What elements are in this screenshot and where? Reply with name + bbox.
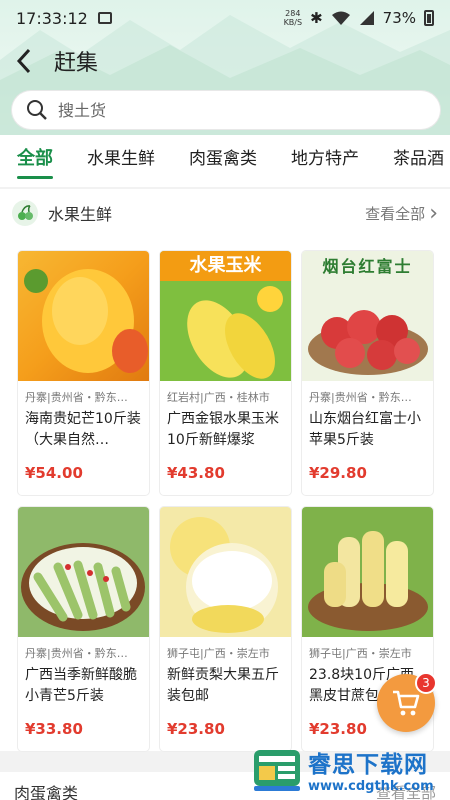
tab-all[interactable]: 全部 xyxy=(0,135,70,187)
product-location: 丹寨|贵州省・黔东… xyxy=(25,647,128,660)
cherry-icon xyxy=(12,200,38,226)
product-price: ¥29.80 xyxy=(309,464,367,482)
product-image-mango xyxy=(18,251,149,381)
battery-percent: 73% xyxy=(382,9,416,27)
fruit-section: 水果生鲜 查看全部 › 丹寨|贵州省・黔东… 海南贵妃芒10斤装（大果自然… ¥… xyxy=(0,189,450,751)
category-tabs: 全部 水果生鲜 肉蛋禽类 地方特产 茶品酒 xyxy=(0,135,450,187)
tab-local-specialty[interactable]: 地方特产 xyxy=(274,135,376,187)
tab-fruit-fresh[interactable]: 水果生鲜 xyxy=(70,135,172,187)
section-header: 水果生鲜 查看全部 › xyxy=(0,189,450,237)
product-image-pear xyxy=(160,507,291,637)
network-speed: 284 KB/S xyxy=(284,9,303,27)
status-bar: 17:33:12 284 KB/S ✱ 73% xyxy=(0,0,450,36)
product-image-apple: 烟台红富士 xyxy=(302,251,433,381)
search-bar[interactable] xyxy=(12,91,440,129)
back-button[interactable] xyxy=(0,40,48,82)
product-location: 丹寨|贵州省・黔东… xyxy=(25,391,128,404)
product-price: ¥23.80 xyxy=(167,720,225,738)
title-bar: 赶集 xyxy=(0,40,450,82)
signal-icon xyxy=(359,11,374,25)
product-card[interactable]: 烟台红富士 丹寨|贵州省・黔东… 山东烟台红富士小苹果5斤装 ¥29.80 xyxy=(302,251,433,495)
product-location: 狮子屯|广西・崇左市 xyxy=(309,647,412,660)
search-input[interactable] xyxy=(58,100,388,120)
view-all-link[interactable]: 查看全部 › xyxy=(365,201,438,226)
product-image-corn: 水果玉米 xyxy=(160,251,291,381)
product-name: 海南贵妃芒10斤装（大果自然… xyxy=(25,411,141,448)
product-image-sugarcane xyxy=(302,507,433,637)
cart-button[interactable]: 3 xyxy=(377,672,437,732)
product-location: 狮子屯|广西・崇左市 xyxy=(167,647,270,660)
network-speed-unit: KB/S xyxy=(283,18,303,27)
product-location: 红岩村|广西・桂林市 xyxy=(167,391,270,404)
product-card[interactable]: 狮子屯|广西・崇左市 新鲜贡梨大果五斤装包邮 ¥23.80 xyxy=(160,507,291,751)
header: 17:33:12 284 KB/S ✱ 73% 赶集 xyxy=(0,0,450,135)
page-title: 赶集 xyxy=(54,51,99,76)
chevron-right-icon: › xyxy=(429,200,438,226)
product-name: 广西当季新鲜酸脆小青芒5斤装 xyxy=(25,667,137,704)
cart-icon xyxy=(393,690,420,716)
section-title: 肉蛋禽类 xyxy=(14,784,79,800)
product-name: 新鲜贡梨大果五斤装包邮 xyxy=(167,667,279,704)
cart-count-badge: 3 xyxy=(415,672,437,694)
product-card[interactable]: 丹寨|贵州省・黔东… 广西当季新鲜酸脆小青芒5斤装 ¥33.80 xyxy=(18,507,149,751)
tab-tea-wine[interactable]: 茶品酒 xyxy=(376,135,450,187)
product-image-green-mango xyxy=(18,507,149,637)
product-card[interactable]: 丹寨|贵州省・黔东… 海南贵妃芒10斤装（大果自然… ¥54.00 xyxy=(18,251,149,495)
watermark-url: www.cdgthk.com xyxy=(308,778,434,794)
network-speed-value: 284 xyxy=(285,9,301,18)
watermark-name: 睿思下载网 xyxy=(308,751,428,778)
product-price: ¥43.80 xyxy=(167,464,225,482)
product-location: 丹寨|贵州省・黔东… xyxy=(309,391,412,404)
wifi-icon xyxy=(331,11,350,25)
product-card[interactable]: 水果玉米 红岩村|广西・桂林市 广西金银水果玉米10斤新鲜爆浆 ¥43.80 xyxy=(160,251,291,495)
product-price: ¥54.00 xyxy=(25,464,83,482)
product-name: 山东烟台红富士小苹果5斤装 xyxy=(309,411,421,448)
section-title: 水果生鲜 xyxy=(48,205,113,224)
battery-icon xyxy=(424,10,434,26)
search-icon xyxy=(27,100,47,120)
view-all-label: 查看全部 xyxy=(365,204,426,223)
back-arrow-icon xyxy=(16,48,31,74)
tab-meat-egg-poultry[interactable]: 肉蛋禽类 xyxy=(172,135,274,187)
image-notification-icon xyxy=(97,12,112,24)
watermark-logo xyxy=(254,750,300,791)
watermark: 睿思下载网 www.cdgthk.com xyxy=(250,738,450,800)
bluetooth-icon: ✱ xyxy=(310,9,323,27)
product-name: 广西金银水果玉米10斤新鲜爆浆 xyxy=(167,411,279,448)
status-time: 17:33:12 xyxy=(16,8,88,28)
product-price: ¥33.80 xyxy=(25,720,83,738)
